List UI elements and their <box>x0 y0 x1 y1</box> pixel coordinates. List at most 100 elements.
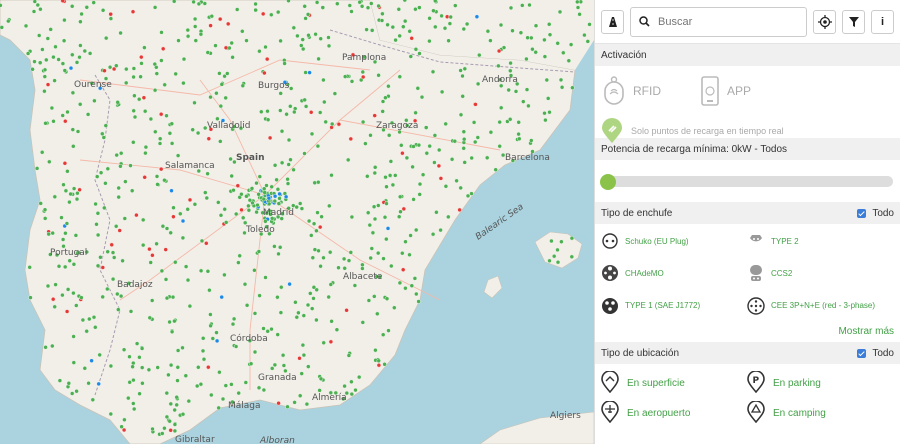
charger-marker[interactable] <box>146 367 152 372</box>
power-slider-track[interactable] <box>601 176 893 187</box>
charger-marker[interactable] <box>263 275 268 280</box>
charger-marker[interactable] <box>38 201 43 206</box>
charger-marker[interactable] <box>272 198 277 204</box>
charger-marker[interactable] <box>443 121 448 127</box>
charger-marker[interactable] <box>360 266 365 271</box>
charger-marker[interactable] <box>316 179 321 185</box>
charger-marker[interactable] <box>458 185 463 191</box>
charger-marker[interactable] <box>170 294 176 300</box>
charger-marker[interactable] <box>62 68 68 73</box>
charger-marker[interactable] <box>80 317 86 323</box>
charger-marker[interactable] <box>344 308 349 313</box>
charger-marker[interactable] <box>159 30 164 35</box>
charger-marker[interactable] <box>205 171 210 176</box>
charger-marker[interactable] <box>175 153 181 158</box>
charger-marker[interactable] <box>499 105 504 111</box>
charger-marker[interactable] <box>403 239 408 244</box>
charger-marker[interactable] <box>477 52 482 58</box>
charger-marker[interactable] <box>48 27 53 32</box>
power-slider-thumb[interactable] <box>600 174 616 190</box>
charger-marker[interactable] <box>206 365 211 370</box>
charger-marker[interactable] <box>198 32 204 37</box>
charger-marker[interactable] <box>261 326 266 331</box>
charger-marker[interactable] <box>154 71 160 76</box>
charger-marker[interactable] <box>265 329 270 334</box>
charger-marker[interactable] <box>417 192 422 197</box>
charger-marker[interactable] <box>263 44 268 50</box>
charger-marker[interactable] <box>131 406 137 412</box>
charger-marker[interactable] <box>372 113 377 118</box>
charger-marker[interactable] <box>497 119 502 125</box>
charger-marker[interactable] <box>181 80 186 86</box>
charger-marker[interactable] <box>218 213 224 218</box>
charger-marker[interactable] <box>174 402 179 408</box>
charger-marker[interactable] <box>506 87 511 93</box>
charger-marker[interactable] <box>163 247 168 252</box>
charger-marker[interactable] <box>376 250 381 256</box>
charger-marker[interactable] <box>389 263 394 269</box>
charger-marker[interactable] <box>416 299 421 304</box>
charger-marker[interactable] <box>281 363 287 368</box>
charger-marker[interactable] <box>131 401 136 406</box>
charger-marker[interactable] <box>52 194 57 200</box>
charger-marker[interactable] <box>191 0 196 5</box>
charger-marker[interactable] <box>508 68 513 74</box>
charger-marker[interactable] <box>57 378 63 383</box>
charger-marker[interactable] <box>549 238 554 244</box>
charger-marker[interactable] <box>223 383 229 388</box>
charger-marker[interactable] <box>216 405 221 411</box>
charger-marker[interactable] <box>47 159 52 165</box>
charger-marker[interactable] <box>167 319 172 325</box>
charger-marker[interactable] <box>218 103 224 109</box>
charger-marker[interactable] <box>110 276 116 282</box>
charger-marker[interactable] <box>320 5 325 10</box>
charger-marker[interactable] <box>292 109 297 115</box>
charger-marker[interactable] <box>313 32 318 37</box>
charger-marker[interactable] <box>349 9 354 14</box>
charger-marker[interactable] <box>434 210 439 215</box>
charger-marker[interactable] <box>199 238 205 244</box>
charger-marker[interactable] <box>276 201 281 206</box>
charger-marker[interactable] <box>569 254 574 259</box>
charger-marker[interactable] <box>335 1 340 6</box>
charger-marker[interactable] <box>237 253 242 259</box>
charger-marker[interactable] <box>56 57 61 62</box>
charger-marker[interactable] <box>222 206 227 212</box>
charger-marker[interactable] <box>74 303 79 308</box>
charger-marker[interactable] <box>566 58 571 63</box>
charger-marker[interactable] <box>419 94 425 100</box>
charger-marker[interactable] <box>291 25 296 30</box>
charger-marker[interactable] <box>131 377 136 383</box>
charger-marker[interactable] <box>547 32 553 37</box>
charger-marker[interactable] <box>122 417 127 422</box>
charger-marker[interactable] <box>87 316 92 322</box>
charger-marker[interactable] <box>360 320 365 325</box>
charger-marker[interactable] <box>62 17 67 23</box>
charger-marker[interactable] <box>288 104 293 109</box>
charger-marker[interactable] <box>411 144 416 149</box>
charger-marker[interactable] <box>380 11 385 17</box>
charger-marker[interactable] <box>68 191 73 197</box>
charger-marker[interactable] <box>348 136 353 142</box>
charger-marker[interactable] <box>77 102 83 107</box>
charger-marker[interactable] <box>488 129 494 135</box>
charger-marker[interactable] <box>296 310 301 315</box>
charger-marker[interactable] <box>223 95 228 101</box>
charger-marker[interactable] <box>147 315 153 320</box>
charger-marker[interactable] <box>243 380 249 385</box>
charger-marker[interactable] <box>204 241 209 246</box>
charger-marker[interactable] <box>195 130 201 136</box>
charger-marker[interactable] <box>357 374 362 380</box>
show-more-link[interactable]: Mostrar más <box>595 320 900 342</box>
charger-marker[interactable] <box>529 138 534 143</box>
charger-marker[interactable] <box>293 300 298 305</box>
charger-marker[interactable] <box>415 86 420 91</box>
charger-marker[interactable] <box>111 66 117 72</box>
charger-marker[interactable] <box>370 230 376 236</box>
charger-marker[interactable] <box>172 0 177 4</box>
charger-marker[interactable] <box>561 50 566 55</box>
charger-marker[interactable] <box>321 77 326 83</box>
plug-item-chademo[interactable]: CHAdeMO <box>601 262 747 284</box>
charger-marker[interactable] <box>236 260 241 265</box>
charger-marker[interactable] <box>168 230 173 236</box>
